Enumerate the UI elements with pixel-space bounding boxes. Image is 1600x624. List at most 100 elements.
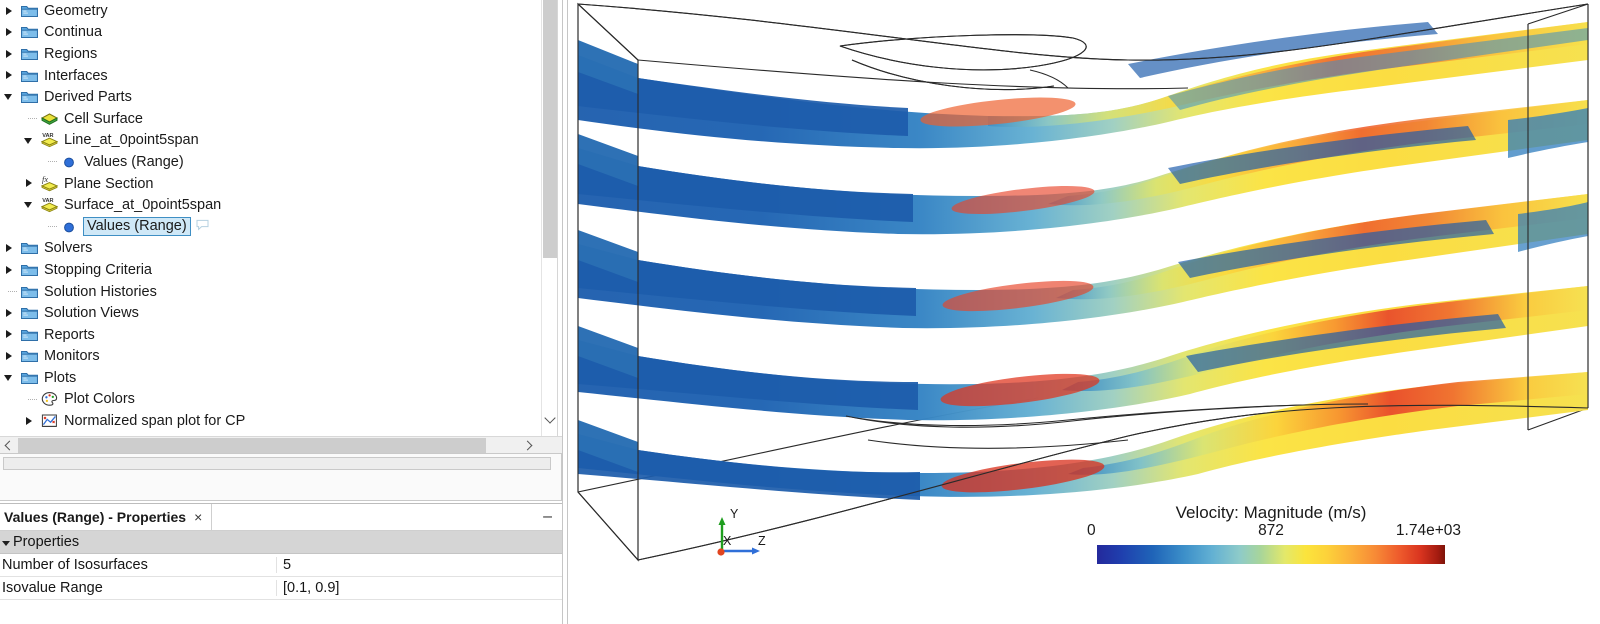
- svg-text:fx: fx: [42, 175, 48, 184]
- tree-scroll-area[interactable]: Geometry Continua Regions Interfaces Derived…: [0, 0, 541, 436]
- tree-item-values-range[interactable]: Values (Range): [0, 216, 541, 238]
- expand-triangle-icon[interactable]: [0, 324, 20, 346]
- status-field[interactable]: [3, 457, 551, 470]
- folder-icon: [20, 326, 39, 344]
- expand-triangle-icon[interactable]: [20, 410, 40, 432]
- collapse-triangle-icon[interactable]: [20, 130, 40, 152]
- 3d-scene-view[interactable]: Y X Z Velocity: Magnitude (m/s) 0 872 1.…: [568, 0, 1600, 624]
- left-panel: Geometry Continua Regions Interfaces Derived…: [0, 0, 562, 624]
- tree-item-stopping-criteria[interactable]: Stopping Criteria: [0, 259, 541, 281]
- svg-text:VAR: VAR: [42, 198, 53, 204]
- tree-guide-line: [40, 151, 60, 173]
- tree-item-solvers[interactable]: Solvers: [0, 238, 541, 260]
- tree-item-plot-colors[interactable]: Plot Colors: [0, 389, 541, 411]
- comment-bubble-icon[interactable]: [196, 219, 209, 235]
- expand-triangle-icon[interactable]: [0, 238, 20, 260]
- expand-triangle-icon[interactable]: [0, 346, 20, 368]
- expand-triangle-icon[interactable]: [0, 259, 20, 281]
- tree-item-continua[interactable]: Continua: [0, 22, 541, 44]
- folder-icon: [20, 45, 39, 63]
- properties-tab-label: Values (Range) - Properties: [4, 509, 187, 525]
- tree-item-surface-at-0point5span[interactable]: VAR Surface_at_0point5span: [0, 194, 541, 216]
- properties-tab[interactable]: Values (Range) - Properties ×: [0, 503, 213, 531]
- folder-icon: [20, 67, 39, 85]
- tree-item-label: Values (Range): [84, 153, 184, 170]
- tree-item-label: Cell Surface: [64, 110, 143, 127]
- var-part-icon: VAR: [40, 131, 59, 149]
- tree-item-solution-histories[interactable]: Solution Histories: [0, 281, 541, 303]
- tree-item-label: Reports: [44, 326, 95, 343]
- tree-item-plots[interactable]: Plots: [0, 367, 541, 389]
- tree-item-monitors[interactable]: Monitors: [0, 346, 541, 368]
- folder-icon: [20, 23, 39, 41]
- tree-horizontal-scrollbar[interactable]: [0, 436, 562, 453]
- smart-cfd-application-window: Geometry Continua Regions Interfaces Derived…: [0, 0, 1600, 624]
- tree-item-label: Regions: [44, 45, 98, 62]
- properties-group-header[interactable]: Properties: [0, 531, 562, 554]
- collapse-triangle-icon[interactable]: [0, 86, 20, 108]
- tree-item-label: Values (Range): [83, 217, 191, 237]
- tree-item-regions[interactable]: Regions: [0, 43, 541, 65]
- status-strip: [0, 453, 562, 501]
- chevron-down-icon: [2, 540, 10, 546]
- tree-horizontal-scrollbar-thumb[interactable]: [18, 438, 486, 453]
- tree-item-plane-section[interactable]: fx Plane Section: [0, 173, 541, 195]
- tree-item-values-range[interactable]: Values (Range): [0, 151, 541, 173]
- collapse-triangle-icon[interactable]: [20, 194, 40, 216]
- folder-icon: [20, 2, 39, 20]
- tree-item-normalized-span-plot-for-cp[interactable]: Normalized span plot for CP: [0, 410, 541, 432]
- tree-guide-line: [0, 281, 20, 303]
- expand-triangle-icon[interactable]: [0, 0, 20, 22]
- expand-triangle-icon[interactable]: [20, 173, 40, 195]
- tree-guide-line: [20, 108, 40, 130]
- svg-text:VAR: VAR: [42, 133, 53, 139]
- axis-label-y: Y: [730, 507, 739, 521]
- tree-item-line-at-0point5span[interactable]: VAR Line_at_0point5span: [0, 130, 541, 152]
- tree-panel-right-edge: [557, 0, 562, 436]
- expand-triangle-icon[interactable]: [0, 43, 20, 65]
- cell-surface-icon: [40, 110, 59, 128]
- property-row[interactable]: Number of Isosurfaces 5: [0, 554, 562, 577]
- property-value[interactable]: [0.1, 0.9]: [276, 580, 562, 596]
- tree-item-cell-surface[interactable]: Cell Surface: [0, 108, 541, 130]
- folder-icon: [20, 283, 39, 301]
- tree-item-label: Continua: [44, 24, 103, 41]
- tree-guide-line: [40, 216, 60, 238]
- colorbar-gradient[interactable]: [1097, 545, 1445, 564]
- folder-icon: [20, 369, 39, 387]
- minimize-icon[interactable]: –: [543, 509, 552, 525]
- blue-dot-icon: [60, 218, 79, 236]
- palette-icon: [40, 390, 59, 408]
- axis-triad: Y X Z: [708, 505, 778, 565]
- simulation-object-tree[interactable]: Geometry Continua Regions Interfaces Derived…: [0, 0, 562, 436]
- plot-icon: [40, 412, 59, 430]
- property-value[interactable]: 5: [276, 557, 562, 573]
- property-name: Number of Isosurfaces: [2, 557, 148, 573]
- expand-triangle-icon[interactable]: [0, 302, 20, 324]
- collapse-triangle-icon[interactable]: [0, 367, 20, 389]
- tree-item-geometry[interactable]: Geometry: [0, 0, 541, 22]
- colorbar-mid-label: 872: [1258, 522, 1284, 539]
- axis-label-z: Z: [758, 534, 766, 548]
- scroll-left-icon[interactable]: [1, 437, 17, 454]
- folder-icon: [20, 239, 39, 257]
- expand-triangle-icon[interactable]: [0, 22, 20, 44]
- properties-panel: Values (Range) - Properties × – Properti…: [0, 503, 562, 624]
- tree-item-label: Plot Colors: [64, 391, 135, 408]
- folder-icon: [20, 261, 39, 279]
- scroll-down-icon[interactable]: [542, 408, 558, 424]
- tree-item-solution-views[interactable]: Solution Views: [0, 302, 541, 324]
- expand-triangle-icon[interactable]: [0, 65, 20, 87]
- tree-item-label: Stopping Criteria: [44, 261, 152, 278]
- property-row[interactable]: Isovalue Range [0.1, 0.9]: [0, 577, 562, 600]
- tree-vertical-scrollbar-thumb[interactable]: [543, 0, 557, 258]
- tree-item-interfaces[interactable]: Interfaces: [0, 65, 541, 87]
- tree-vertical-scrollbar[interactable]: [541, 0, 557, 436]
- scroll-right-icon[interactable]: [521, 437, 537, 454]
- tree-item-derived-parts[interactable]: Derived Parts: [0, 86, 541, 108]
- velocity-color-legend[interactable]: Velocity: Magnitude (m/s) 0 872 1.74e+03: [1081, 500, 1461, 575]
- close-icon[interactable]: ×: [194, 509, 202, 525]
- tree-item-label: Solution Views: [44, 305, 139, 322]
- tree-item-label: Plots: [44, 369, 77, 386]
- tree-item-reports[interactable]: Reports: [0, 324, 541, 346]
